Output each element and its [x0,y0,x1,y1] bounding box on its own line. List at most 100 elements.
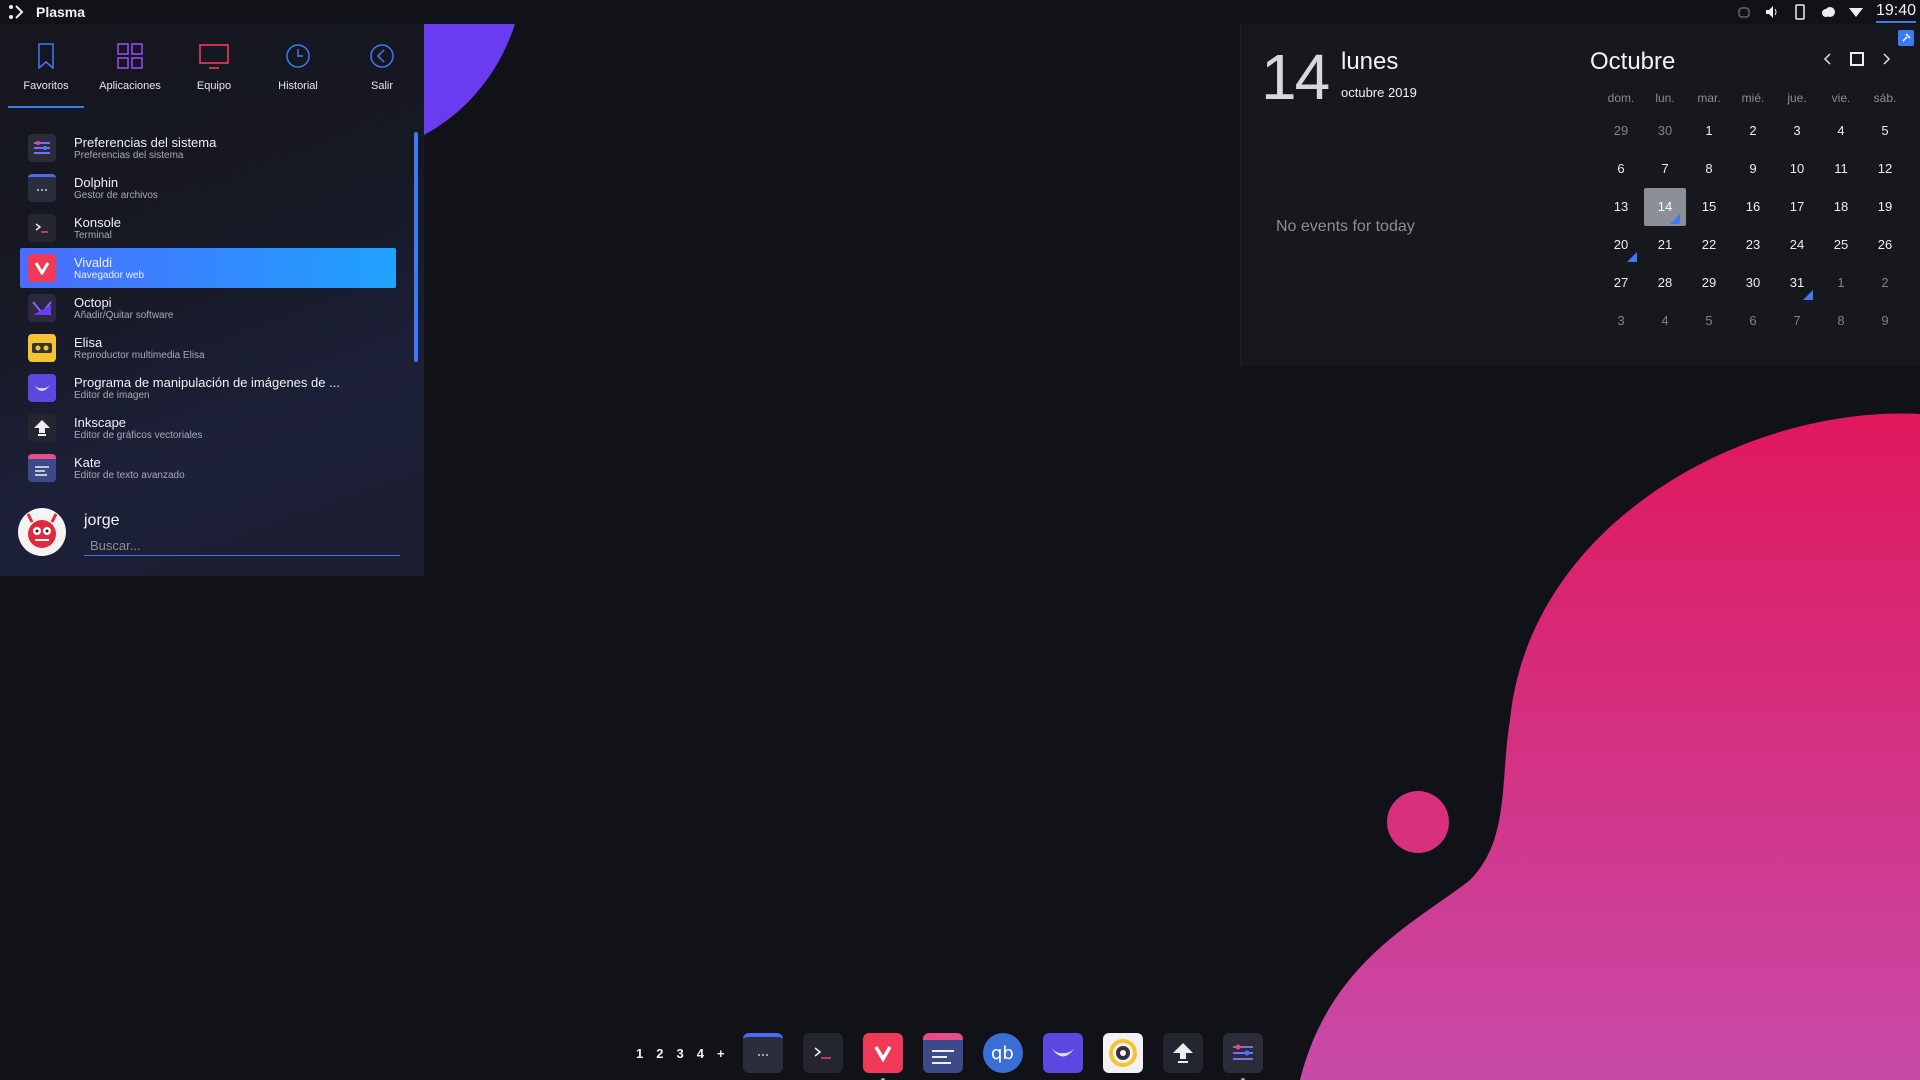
calendar-day[interactable]: 18 [1819,188,1863,226]
desktop-3[interactable]: 3 [676,1046,683,1061]
calendar-day[interactable]: 25 [1819,226,1863,264]
calendar-day[interactable]: 20 [1599,226,1643,264]
calendar-day[interactable]: 30 [1643,112,1687,150]
calendar-day[interactable]: 4 [1819,112,1863,150]
next-month-icon[interactable] [1882,52,1892,71]
app-item-vivaldi[interactable]: Vivaldi Navegador web [20,248,396,288]
weather-icon[interactable] [1820,4,1836,20]
calendar-day[interactable]: 24 [1775,226,1819,264]
event-marker [1627,252,1637,262]
gimp-icon [28,374,56,402]
app-item-octopi[interactable]: Octopi Añadir/Quitar software [20,288,396,328]
tab-equipo[interactable]: Equipo [172,24,256,108]
calendar-day[interactable]: 16 [1731,188,1775,226]
inkscape-icon[interactable] [1162,1033,1203,1073]
app-item-dolphin[interactable]: Dolphin Gestor de archivos [20,168,396,208]
calendar-nav [1822,52,1892,71]
calendar-day[interactable]: 21 [1643,226,1687,264]
calendar-day[interactable]: 22 [1687,226,1731,264]
volume-icon[interactable] [1764,4,1780,20]
add-desktop-button[interactable]: + [717,1046,725,1061]
app-item-elisa[interactable]: Elisa Reproductor multimedia Elisa [20,328,396,368]
vivaldi-icon[interactable] [862,1033,903,1080]
desktop-2[interactable]: 2 [656,1046,663,1061]
calendar-day[interactable]: 19 [1863,188,1907,226]
calendar-day[interactable]: 15 [1687,188,1731,226]
calendar-day[interactable]: 5 [1863,112,1907,150]
calendar-day[interactable]: 31 [1775,264,1819,302]
plasma-logo-icon[interactable] [4,0,28,24]
back-icon [368,40,396,72]
digital-clock[interactable]: 19:40 [1875,1,1916,23]
dolphin-icon[interactable] [742,1033,783,1073]
app-description: Navegador web [74,269,145,281]
calendar-day[interactable]: 4 [1643,302,1687,340]
calendar-day[interactable]: 2 [1731,112,1775,150]
calendar-day[interactable]: 9 [1863,302,1907,340]
calendar-day[interactable]: 7 [1775,302,1819,340]
calendar-day-today[interactable]: 14 [1644,188,1686,226]
qbittorrent-icon[interactable]: qb [982,1033,1023,1073]
app-description: Gestor de archivos [74,189,158,201]
app-item-inkscape[interactable]: Inkscape Editor de gráficos vectoriales [20,408,396,448]
previous-month-icon[interactable] [1822,52,1832,71]
app-item-gimp[interactable]: Programa de manipulación de imágenes de … [20,368,396,408]
calendar-day[interactable]: 29 [1687,264,1731,302]
calendar-day[interactable]: 13 [1599,188,1643,226]
calendar-month-title[interactable]: Octubre [1590,48,1675,76]
calendar-day[interactable]: 1 [1687,112,1731,150]
avatar[interactable] [18,508,66,556]
calendar-day[interactable]: 8 [1819,302,1863,340]
gimp-icon[interactable] [1042,1033,1083,1073]
calendar-day[interactable]: 29 [1599,112,1643,150]
calendar-day[interactable]: 26 [1863,226,1907,264]
calendar-day[interactable]: 10 [1775,150,1819,188]
system-settings-icon[interactable] [1222,1033,1263,1080]
calendar-day[interactable]: 30 [1731,264,1775,302]
calendar-day[interactable]: 7 [1643,150,1687,188]
calendar-day[interactable]: 12 [1863,150,1907,188]
network-icon[interactable] [1848,4,1864,20]
calendar-day[interactable]: 9 [1731,150,1775,188]
calendar-day[interactable]: 3 [1775,112,1819,150]
today-square-icon[interactable] [1850,52,1864,71]
calendar-day[interactable]: 6 [1731,302,1775,340]
tab-historial[interactable]: Historial [256,24,340,108]
tab-aplicaciones[interactable]: Aplicaciones [88,24,172,108]
desktop-4[interactable]: 4 [697,1046,704,1061]
calendar-day[interactable]: 23 [1731,226,1775,264]
tab-favoritos[interactable]: Favoritos [4,24,88,108]
konsole-icon[interactable] [802,1033,843,1073]
calendar-day[interactable]: 27 [1599,264,1643,302]
tab-label: Equipo [196,80,232,92]
app-name: Inkscape [74,414,127,430]
top-panel: Plasma 19:40 [0,0,1920,24]
app-item-system-settings[interactable]: Preferencias del sistema Preferencias del… [20,128,396,168]
app-name: Kate [74,454,101,470]
device-icon[interactable] [1792,4,1808,20]
calendar-day[interactable]: 6 [1599,150,1643,188]
no-events-label: No events for today [1276,218,1415,235]
calendar-day[interactable]: 11 [1819,150,1863,188]
desktop-1[interactable]: 1 [636,1046,643,1061]
calendar-day[interactable]: 3 [1599,302,1643,340]
bottom-taskbar: 1 2 3 4 + qb [636,1030,1283,1080]
kate-icon[interactable] [922,1033,963,1073]
calendar-day[interactable]: 2 [1863,264,1907,302]
calendar-day[interactable]: 17 [1775,188,1819,226]
gnome-disks-icon[interactable] [1102,1033,1143,1073]
notifications-icon[interactable] [1736,4,1752,20]
launcher-scrollbar[interactable] [414,132,418,362]
calendar-day[interactable]: 8 [1687,150,1731,188]
calendar-day[interactable]: 1 [1819,264,1863,302]
pin-icon[interactable] [1898,30,1914,46]
app-item-kate[interactable]: Kate Editor de texto avanzado [20,448,396,488]
calendar-widget: 14 lunes octubre 2019 No events for toda… [1240,24,1920,366]
calendar-day[interactable]: 28 [1643,264,1687,302]
virtual-desktop-pager: 1 2 3 4 + [636,1046,725,1061]
tab-salir[interactable]: Salir [340,24,424,108]
app-item-konsole[interactable]: Konsole Terminal [20,208,396,248]
search-input[interactable] [84,536,400,556]
calendar-day[interactable]: 5 [1687,302,1731,340]
current-month-year: octubre 2019 [1341,85,1417,100]
